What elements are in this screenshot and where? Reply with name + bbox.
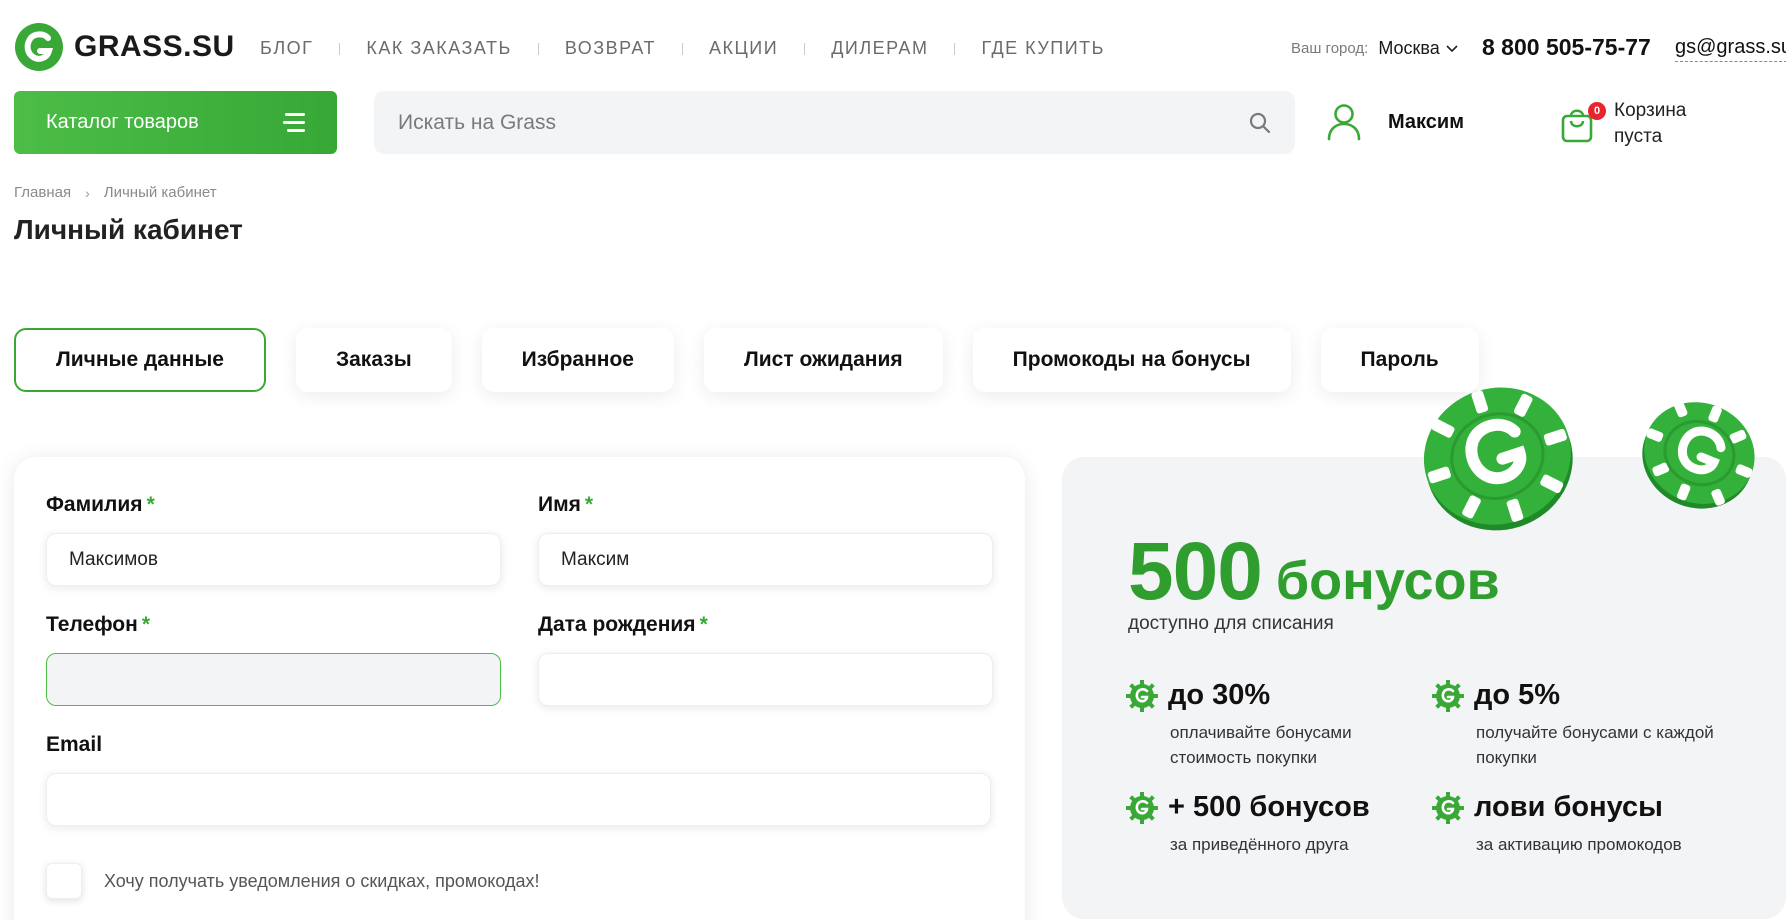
catalog-button[interactable]: Каталог товаров — [14, 91, 337, 154]
nav-where-to-buy[interactable]: ГДЕ КУПИТЬ — [981, 38, 1105, 59]
cart[interactable]: 0 Корзина пуста — [1560, 98, 1704, 150]
gear-g-icon — [1432, 679, 1464, 712]
cart-count-badge: 0 — [1588, 102, 1606, 120]
cart-status-text: Корзина пуста — [1614, 100, 1687, 147]
consent-row: Хочу получать уведомления о скидках, про… — [46, 863, 540, 899]
nav-separator — [537, 42, 539, 55]
breadcrumb-chevron-icon: › — [85, 184, 90, 201]
gear-g-icon — [1126, 791, 1158, 824]
tab-promo-codes[interactable]: Промокоды на бонусы — [972, 328, 1291, 392]
perk-title: до 30% — [1168, 679, 1271, 711]
logo-text: GRASS.SU — [74, 30, 235, 63]
menu-icon — [283, 113, 305, 132]
perk-description: оплачивайте бонусами стоимость покупки — [1170, 723, 1352, 767]
personal-data-form: Фамилия * Максимов Имя * Максим Телефон … — [14, 457, 1025, 920]
perk-title: до 5% — [1474, 679, 1561, 711]
user-icon — [1327, 104, 1361, 141]
email-link[interactable]: gs@grass.su — [1675, 36, 1786, 62]
breadcrumb: Главная › Личный кабинет — [14, 184, 217, 201]
required-mark: * — [141, 613, 151, 636]
email-field: Email — [46, 733, 991, 826]
tab-orders[interactable]: Заказы — [295, 328, 452, 392]
email-input[interactable] — [46, 773, 991, 826]
tab-personal-data[interactable]: Личные данные — [14, 328, 266, 392]
nav-dealers[interactable]: ДИЛЕРАМ — [831, 38, 928, 59]
nav-separator — [682, 42, 683, 55]
lastname-input[interactable]: Максимов — [46, 533, 501, 586]
lastname-field: Фамилия * Максимов — [46, 493, 501, 586]
consent-text: Хочу получать уведомления о скидках, про… — [104, 870, 540, 891]
breadcrumb-home[interactable]: Главная — [14, 184, 71, 201]
birthdate-input[interactable] — [538, 653, 993, 706]
lastname-label: Фамилия — [46, 493, 143, 516]
perk-item: до 5% получайте бонусами с каждой покупк… — [1432, 679, 1732, 770]
search-icon[interactable] — [1249, 112, 1271, 134]
user-name: Максим — [1388, 110, 1464, 133]
phone-label: Телефон — [46, 613, 138, 636]
account-tabs: Личные данные Заказы Избранное Лист ожид… — [14, 328, 1479, 392]
search-input[interactable] — [398, 110, 1249, 135]
bonus-word: бонусов — [1275, 551, 1500, 611]
nav-separator — [954, 42, 956, 55]
required-mark: * — [584, 493, 594, 516]
phone-number[interactable]: 8 800 505-75-77 — [1482, 34, 1651, 61]
perk-title: + 500 бонусов — [1168, 791, 1370, 823]
city-name: Москва — [1378, 38, 1440, 58]
phone-field: Телефон * — [46, 613, 501, 706]
bonus-chip-icon — [1642, 400, 1755, 509]
page-title: Личный кабинет — [14, 214, 243, 245]
email-label: Email — [46, 733, 103, 756]
bonus-subtitle: доступно для списания — [1128, 613, 1334, 634]
city-selector[interactable]: Ваш город: Москва — [1291, 38, 1458, 59]
perk-title: лови бонусы — [1474, 791, 1663, 823]
user-account[interactable]: Максим — [1326, 103, 1464, 141]
city-label: Ваш город: — [1291, 40, 1369, 57]
firstname-field: Имя * Максим — [538, 493, 993, 586]
nav-separator — [804, 42, 806, 55]
catalog-button-label: Каталог товаров — [46, 111, 199, 133]
city-value[interactable]: Москва — [1378, 38, 1458, 59]
nav-returns[interactable]: ВОЗВРАТ — [565, 38, 656, 59]
perk-description: за активацию промокодов — [1476, 835, 1682, 854]
perk-item: + 500 бонусов за приведённого друга — [1126, 791, 1426, 857]
top-navigation: БЛОГ КАК ЗАКАЗАТЬ ВОЗВРАТ АКЦИИ ДИЛЕРАМ … — [260, 38, 1105, 59]
birthdate-label: Дата рождения — [538, 613, 696, 636]
phone-input[interactable] — [46, 653, 501, 706]
search-bar — [374, 91, 1295, 154]
required-mark: * — [699, 613, 708, 636]
perk-item: лови бонусы за активацию промокодов — [1432, 791, 1732, 857]
firstname-label: Имя — [538, 493, 581, 516]
birthdate-field: Дата рождения * — [538, 613, 993, 706]
breadcrumb-current: Личный кабинет — [103, 184, 217, 201]
required-mark: * — [146, 493, 155, 516]
bonus-number: 500 — [1128, 526, 1263, 617]
perk-description: получайте бонусами с каждой покупки — [1476, 723, 1714, 767]
nav-promotions[interactable]: АКЦИИ — [709, 38, 778, 59]
firstname-input[interactable]: Максим — [538, 533, 993, 586]
perk-description: за приведённого друга — [1170, 835, 1349, 854]
chevron-down-icon — [1446, 44, 1458, 52]
logo-g-icon — [15, 23, 63, 71]
logo[interactable]: GRASS.SU — [14, 22, 235, 72]
gear-g-icon — [1432, 791, 1464, 824]
bonus-amount: 500 бонусов — [1128, 525, 1500, 619]
gear-g-icon — [1126, 679, 1158, 712]
nav-separator — [339, 42, 341, 55]
perk-item: до 30% оплачивайте бонусами стоимость по… — [1126, 679, 1426, 770]
nav-blog[interactable]: БЛОГ — [260, 38, 313, 59]
tab-favorites[interactable]: Избранное — [481, 328, 674, 392]
tab-waitlist[interactable]: Лист ожидания — [704, 328, 943, 392]
consent-checkbox[interactable] — [46, 863, 82, 899]
nav-how-to-order[interactable]: КАК ЗАКАЗАТЬ — [366, 38, 511, 59]
bonus-chip-icon — [1423, 387, 1573, 531]
